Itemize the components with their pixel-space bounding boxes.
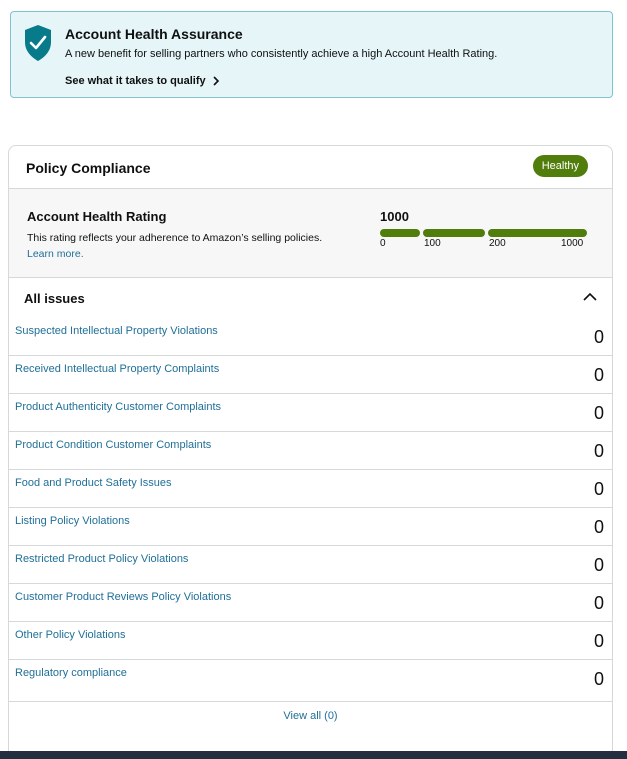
issue-row: Regulatory compliance 0 (9, 660, 612, 702)
issue-count: 0 (593, 403, 604, 423)
all-issues-title: All issues (24, 291, 85, 306)
issue-count: 0 (593, 327, 604, 347)
rating-description-text: This rating reflects your adherence to A… (27, 232, 323, 244)
account-health-rating-section: Account Health Rating This rating reflec… (9, 189, 612, 278)
learn-more-link[interactable]: Learn more. (27, 248, 84, 260)
issue-link[interactable]: Received Intellectual Property Complaint… (15, 363, 219, 375)
chevron-right-icon (213, 76, 219, 86)
issue-row: Other Policy Violations 0 (9, 622, 612, 660)
rating-tick: 200 (489, 238, 506, 249)
issue-count: 0 (593, 441, 604, 461)
issue-count: 0 (593, 479, 604, 499)
rating-title: Account Health Rating (27, 209, 167, 224)
issue-link[interactable]: Suspected Intellectual Property Violatio… (15, 325, 218, 337)
banner-description: A new benefit for selling partners who c… (65, 48, 498, 60)
view-all-link[interactable]: View all (0) (9, 710, 612, 722)
issue-row: Restricted Product Policy Violations 0 (9, 546, 612, 584)
qualify-link-label: See what it takes to qualify (65, 75, 206, 87)
banner-title: Account Health Assurance (65, 26, 243, 42)
policy-compliance-card: Policy Compliance Healthy Account Health… (8, 145, 613, 759)
issue-count: 0 (593, 593, 604, 613)
all-issues-header: All issues (9, 278, 612, 318)
issue-count: 0 (593, 555, 604, 575)
issue-link[interactable]: Product Authenticity Customer Complaints (15, 401, 221, 413)
rating-bar-segment-3 (488, 229, 587, 237)
shield-check-icon (25, 25, 51, 61)
issue-link[interactable]: Product Condition Customer Complaints (15, 439, 211, 451)
status-badge: Healthy (532, 155, 588, 177)
issue-count: 0 (593, 517, 604, 537)
rating-tick: 0 (380, 238, 386, 249)
rating-bar-segment-1 (380, 229, 420, 237)
rating-tick: 100 (424, 238, 441, 249)
issue-link[interactable]: Listing Policy Violations (15, 515, 130, 527)
issue-link[interactable]: Regulatory compliance (15, 667, 127, 679)
issue-link[interactable]: Other Policy Violations (15, 629, 125, 641)
issue-count: 0 (593, 365, 604, 385)
issue-link[interactable]: Restricted Product Policy Violations (15, 553, 188, 565)
chevron-up-icon[interactable] (583, 292, 597, 302)
account-health-assurance-banner: Account Health Assurance A new benefit f… (10, 11, 613, 98)
rating-tick: 1000 (561, 238, 584, 249)
issue-row: Customer Product Reviews Policy Violatio… (9, 584, 612, 622)
issue-link[interactable]: Customer Product Reviews Policy Violatio… (15, 591, 231, 603)
issue-row: Product Authenticity Customer Complaints… (9, 394, 612, 432)
issue-row: Food and Product Safety Issues 0 (9, 470, 612, 508)
issue-row: Received Intellectual Property Complaint… (9, 356, 612, 394)
issue-row: Suspected Intellectual Property Violatio… (9, 318, 612, 356)
bottom-bar (0, 751, 627, 759)
rating-bar-segment-2 (423, 229, 485, 237)
rating-score: 1000 (380, 209, 409, 224)
issue-row: Product Condition Customer Complaints 0 (9, 432, 612, 470)
issue-count: 0 (593, 631, 604, 651)
rating-description: This rating reflects your adherence to A… (27, 230, 327, 262)
card-header: Policy Compliance Healthy (9, 146, 612, 189)
issue-row: Listing Policy Violations 0 (9, 508, 612, 546)
issue-count: 0 (593, 669, 604, 689)
issue-link[interactable]: Food and Product Safety Issues (15, 477, 172, 489)
policy-compliance-title: Policy Compliance (26, 160, 151, 176)
qualify-link[interactable]: See what it takes to qualify (65, 75, 220, 87)
